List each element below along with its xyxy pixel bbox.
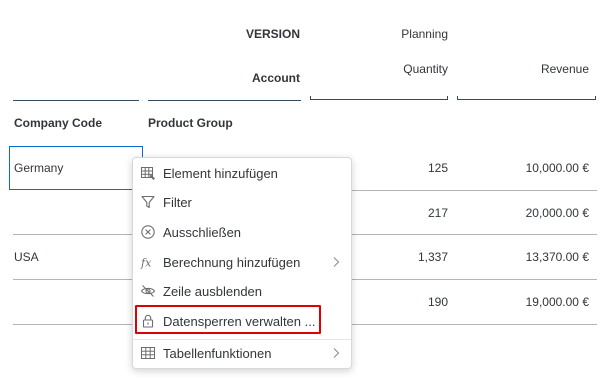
menu-item-label: Ausschließen <box>163 224 242 240</box>
table-add-icon <box>140 165 156 181</box>
header-quantity: Quantity <box>403 62 448 76</box>
header-account: Account <box>252 71 300 85</box>
row-revenue[interactable]: 20,000.00 € <box>470 206 589 220</box>
row-company[interactable]: Germany <box>14 161 63 175</box>
context-menu: Element hinzufügen Filter Ausschließen f… <box>132 157 352 369</box>
menu-item-hide-row[interactable]: Zeile ausblenden <box>133 278 351 304</box>
menu-item-label: Element hinzufügen <box>163 165 278 181</box>
menu-item-exclude[interactable]: Ausschließen <box>133 219 351 245</box>
header-bracket-revenue <box>457 96 596 100</box>
header-revenue: Revenue <box>540 62 589 76</box>
hide-icon <box>140 283 156 299</box>
row-divider <box>352 190 597 191</box>
row-quantity[interactable]: 217 <box>350 206 448 220</box>
highlight-box <box>135 305 321 334</box>
menu-item-label: Filter <box>163 194 192 210</box>
menu-item-label: Berechnung hinzufügen <box>163 254 301 270</box>
header-planning: Planning <box>401 27 448 41</box>
row-quantity[interactable]: 190 <box>350 295 448 309</box>
exclude-icon <box>140 224 156 240</box>
menu-item-table-functions[interactable]: Tabellenfunktionen <box>133 340 351 366</box>
menu-item-filter[interactable]: Filter <box>133 189 351 215</box>
row-revenue[interactable]: 19,000.00 € <box>470 295 589 309</box>
filter-icon <box>140 194 156 210</box>
chevron-right-icon <box>331 346 341 365</box>
header-divider-company <box>13 100 139 101</box>
row-revenue[interactable]: 13,370.00 € <box>470 250 589 264</box>
header-company-code[interactable]: Company Code <box>14 116 102 130</box>
chevron-right-icon <box>331 255 341 274</box>
svg-text:fx: fx <box>140 257 152 270</box>
table-icon <box>140 345 156 361</box>
row-revenue[interactable]: 10,000.00 € <box>470 161 589 175</box>
menu-item-label: Zeile ausblenden <box>163 283 263 299</box>
row-company[interactable]: USA <box>14 250 39 264</box>
header-product-group[interactable]: Product Group <box>148 116 233 130</box>
menu-item-add-calculation[interactable]: fx Berechnung hinzufügen <box>133 249 351 275</box>
row-quantity[interactable]: 1,337 <box>350 250 448 264</box>
menu-item-add-element[interactable]: Element hinzufügen <box>133 160 351 186</box>
header-bracket-quantity <box>310 96 448 100</box>
header-divider-product <box>148 100 301 101</box>
fx-icon: fx <box>140 254 156 270</box>
header-version: VERSION <box>245 27 300 41</box>
menu-item-label: Tabellenfunktionen <box>163 345 272 361</box>
row-quantity[interactable]: 125 <box>350 161 448 175</box>
